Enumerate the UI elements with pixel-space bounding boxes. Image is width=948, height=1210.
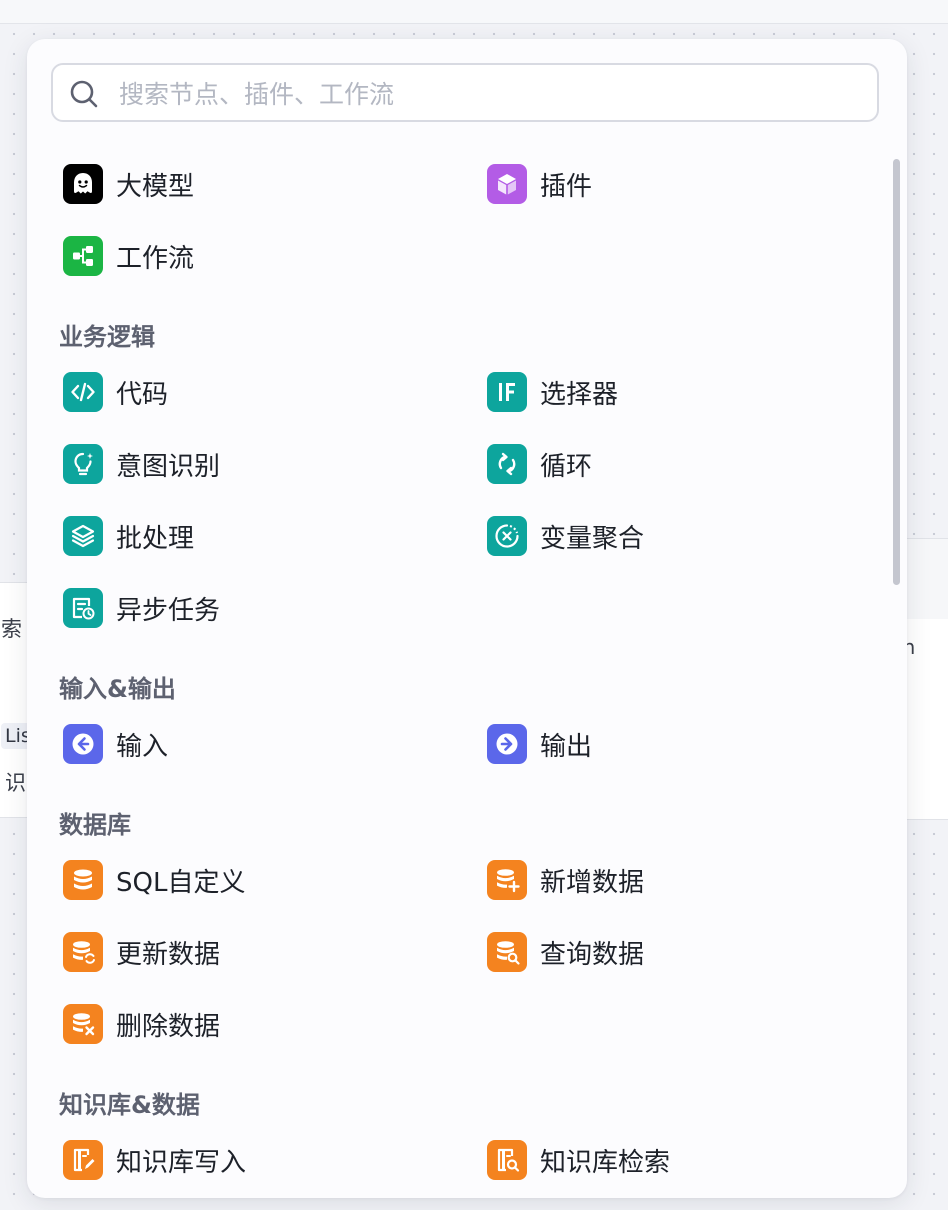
knowledge-search-icon [487,1140,527,1180]
search-icon [70,80,98,108]
node-label: 变量聚合 [540,523,645,554]
node-label: 批处理 [116,523,195,554]
background-node-text: 识 [5,771,26,795]
node-item-delete-data[interactable]: 删除数据 [63,1004,220,1044]
node-label: 查询数据 [540,939,645,970]
database-icon [63,860,103,900]
node-label: 意图识别 [116,451,221,482]
node-label: 选择器 [540,379,619,410]
node-item-update-data[interactable]: 更新数据 [63,932,220,972]
loop-icon [487,444,527,484]
node-item-insert-data[interactable]: 新增数据 [487,860,644,900]
background-node-title: 索 [1,617,22,641]
node-label: 异步任务 [116,595,221,626]
node-item-async-task[interactable]: 异步任务 [63,588,220,628]
node-item-query-data[interactable]: 查询数据 [487,932,644,972]
section-title-knowledge: 知识库&数据 [59,1091,200,1119]
node-label: 删除数据 [116,1011,221,1042]
node-item-input[interactable]: 输入 [63,724,168,764]
section-title-io: 输入&输出 [59,675,176,703]
node-label: SQL自定义 [116,867,246,898]
lightbulb-icon [63,444,103,484]
node-item-output[interactable]: 输出 [487,724,592,764]
node-label: 知识库检索 [540,1147,671,1178]
node-label: 大模型 [116,171,195,202]
layers-icon [63,516,103,556]
knowledge-write-icon [63,1140,103,1180]
section-title-business-logic: 业务逻辑 [59,323,155,351]
section-title-database: 数据库 [59,811,131,839]
node-item-workflow[interactable]: 工作流 [63,236,194,276]
database-query-icon [487,932,527,972]
node-item-plugin[interactable]: 插件 [487,164,592,204]
node-item-llm[interactable]: 大模型 [63,164,194,204]
node-item-knowledge-write[interactable]: 知识库写入 [63,1140,246,1180]
node-label: 更新数据 [116,939,221,970]
canvas-toolbar [0,0,948,24]
node-item-variable-aggregate[interactable]: 变量聚合 [487,516,644,556]
database-update-icon [63,932,103,972]
plugin-cube-icon [487,164,527,204]
node-item-selector[interactable]: 选择器 [487,372,618,412]
llm-ghost-icon [63,164,103,204]
input-arrow-icon [63,724,103,764]
search-box[interactable] [51,63,879,122]
search-input[interactable] [117,75,861,113]
node-item-intent[interactable]: 意图识别 [63,444,220,484]
async-task-icon [63,588,103,628]
node-item-sql-custom[interactable]: SQL自定义 [63,860,245,900]
node-label: 循环 [540,451,593,482]
node-label: 工作流 [116,243,195,274]
node-label: 输出 [540,731,593,762]
node-item-code[interactable]: 代码 [63,372,168,412]
scrollbar[interactable] [893,159,900,585]
database-delete-icon [63,1004,103,1044]
node-label: 输入 [116,731,169,762]
node-label: 插件 [540,171,593,202]
node-item-loop[interactable]: 循环 [487,444,592,484]
node-label: 新增数据 [540,867,645,898]
node-label: 代码 [116,379,169,410]
node-item-knowledge-search[interactable]: 知识库检索 [487,1140,670,1180]
variable-aggregate-icon [487,516,527,556]
if-selector-icon [487,372,527,412]
node-item-batch[interactable]: 批处理 [63,516,194,556]
output-arrow-icon [487,724,527,764]
node-label: 知识库写入 [116,1147,247,1178]
code-icon [63,372,103,412]
workflow-icon [63,236,103,276]
add-node-panel: 大模型 插件 工作流 业务逻辑 代 [27,39,907,1198]
database-add-icon [487,860,527,900]
